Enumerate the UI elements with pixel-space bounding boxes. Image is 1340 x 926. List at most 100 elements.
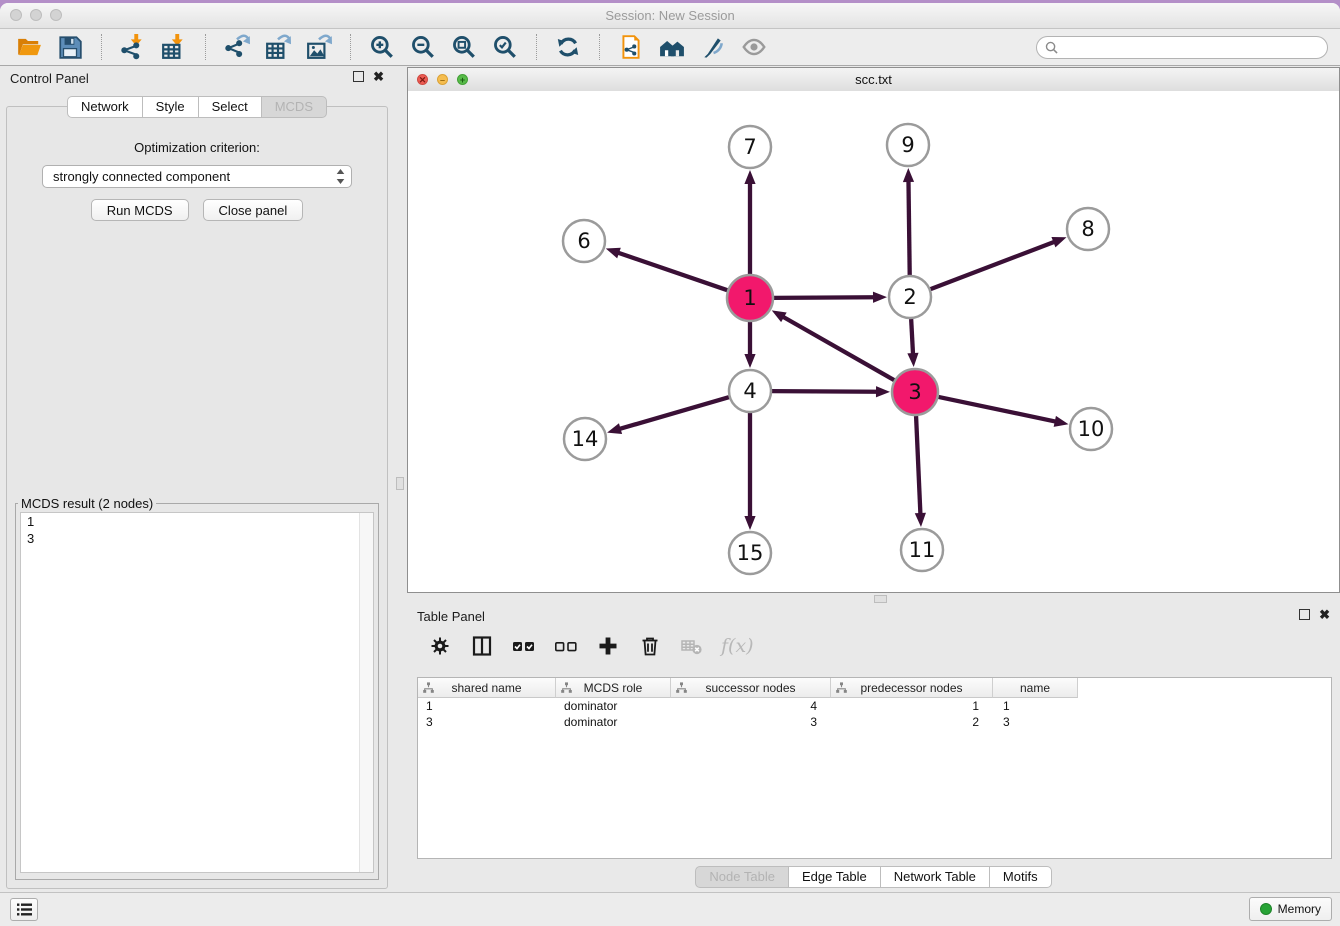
memory-button[interactable]: Memory xyxy=(1249,897,1332,921)
cell-name[interactable]: 3 xyxy=(993,714,1078,730)
network-minimize-icon[interactable]: – xyxy=(437,74,448,85)
network-canvas[interactable]: 7968124314101511 xyxy=(408,91,1339,592)
cell-mcds-role[interactable]: dominator xyxy=(556,698,671,714)
graph-edge-3-11[interactable] xyxy=(916,416,920,515)
edge-arrowhead xyxy=(915,513,926,527)
delete-table-icon xyxy=(679,633,705,659)
cell-shared-name[interactable]: 3 xyxy=(418,714,556,730)
edge-arrowhead xyxy=(744,170,755,184)
zoom-out-icon[interactable] xyxy=(406,32,440,62)
split-panel-icon[interactable] xyxy=(469,633,495,659)
minimize-window-button[interactable] xyxy=(30,9,42,21)
zoom-in-icon[interactable] xyxy=(365,32,399,62)
tab-network-table[interactable]: Network Table xyxy=(880,866,990,888)
tab-motifs[interactable]: Motifs xyxy=(989,866,1052,888)
edge-arrowhead xyxy=(772,310,787,322)
home-layout-icon[interactable] xyxy=(655,32,689,62)
search-input[interactable] xyxy=(1063,39,1319,55)
cell-predecessor-nodes[interactable]: 1 xyxy=(831,698,993,714)
status-bar: Memory xyxy=(0,892,1340,926)
network-maximize-icon[interactable]: + xyxy=(457,74,468,85)
import-table-icon[interactable] xyxy=(157,32,191,62)
duplicate-network-icon[interactable] xyxy=(614,32,648,62)
graph-edge-3-1[interactable] xyxy=(782,316,894,380)
control-panel-title: Control Panel xyxy=(10,71,89,86)
run-mcds-button[interactable]: Run MCDS xyxy=(91,199,189,221)
column-type-icon xyxy=(423,682,434,693)
zoom-window-button[interactable] xyxy=(50,9,62,21)
close-panel-icon[interactable]: ✖ xyxy=(1319,609,1330,620)
cell-predecessor-nodes[interactable]: 2 xyxy=(831,714,993,730)
cell-name[interactable]: 1 xyxy=(993,698,1078,714)
result-scrollbar[interactable] xyxy=(359,513,373,872)
tab-style[interactable]: Style xyxy=(142,96,199,118)
network-close-icon[interactable]: ✕ xyxy=(417,74,428,85)
table-row[interactable]: 1dominator411 xyxy=(418,698,1331,714)
splitter-grip[interactable] xyxy=(874,595,887,603)
add-column-icon[interactable] xyxy=(595,633,621,659)
refresh-view-icon[interactable] xyxy=(551,32,585,62)
unselect-all-columns-icon[interactable] xyxy=(553,633,579,659)
zoom-selected-icon[interactable] xyxy=(488,32,522,62)
tab-edge-table[interactable]: Edge Table xyxy=(788,866,881,888)
table-row[interactable]: 3dominator323 xyxy=(418,714,1331,730)
column-header-shared-name[interactable]: shared name xyxy=(418,678,556,698)
open-session-icon[interactable] xyxy=(12,32,46,62)
export-table-icon[interactable] xyxy=(261,32,295,62)
cell-successor-nodes[interactable]: 4 xyxy=(671,698,831,714)
import-network-icon[interactable] xyxy=(116,32,150,62)
save-session-icon[interactable] xyxy=(53,32,87,62)
graph-node-label: 4 xyxy=(743,379,756,403)
graph-edge-2-9[interactable] xyxy=(908,180,909,275)
column-header-mcds-role[interactable]: MCDS role xyxy=(556,678,671,698)
column-header-successor-nodes[interactable]: successor nodes xyxy=(671,678,831,698)
graph-node-label: 7 xyxy=(743,135,756,159)
tab-mcds[interactable]: MCDS xyxy=(261,96,327,118)
right-area: ✕ – + scc.txt 7968124314101511 T xyxy=(407,65,1340,893)
network-window-titlebar[interactable]: ✕ – + scc.txt xyxy=(408,68,1339,92)
export-network-icon[interactable] xyxy=(220,32,254,62)
close-window-button[interactable] xyxy=(10,9,22,21)
function-builder-icon: f(x) xyxy=(721,635,754,657)
node-table: shared nameMCDS rolesuccessor nodesprede… xyxy=(417,677,1332,859)
delete-column-icon[interactable] xyxy=(637,633,663,659)
graph-edge-3-10[interactable] xyxy=(938,397,1056,422)
graph-edge-4-14[interactable] xyxy=(619,397,729,429)
column-header-predecessor-nodes[interactable]: predecessor nodes xyxy=(831,678,993,698)
table-toolbar: f(x) xyxy=(407,627,754,665)
optimization-dropdown[interactable]: strongly connected component xyxy=(42,165,352,188)
cell-shared-name[interactable]: 1 xyxy=(418,698,556,714)
edge-arrowhead xyxy=(606,248,621,259)
tab-select[interactable]: Select xyxy=(198,96,262,118)
float-panel-icon[interactable] xyxy=(353,71,364,82)
zoom-fit-icon[interactable] xyxy=(447,32,481,62)
export-image-icon[interactable] xyxy=(302,32,336,62)
graph-edge-4-3[interactable] xyxy=(772,391,878,392)
mcds-result-list[interactable]: 13 xyxy=(20,512,374,873)
edge-arrowhead xyxy=(876,386,890,397)
tab-network[interactable]: Network xyxy=(67,96,143,118)
show-hide-graphics-icon[interactable] xyxy=(737,32,771,62)
close-panel-button[interactable]: Close panel xyxy=(203,199,304,221)
task-history-button[interactable] xyxy=(10,898,38,921)
graph-edge-2-8[interactable] xyxy=(931,241,1056,289)
search-box[interactable] xyxy=(1036,36,1328,59)
window-titlebar: Session: New Session xyxy=(0,3,1340,29)
tab-node-table[interactable]: Node Table xyxy=(695,866,789,888)
column-header-name[interactable]: name xyxy=(993,678,1078,698)
apply-style-icon[interactable] xyxy=(696,32,730,62)
graph-edge-1-6[interactable] xyxy=(617,252,727,290)
float-panel-icon[interactable] xyxy=(1299,609,1310,620)
graph-node-label: 3 xyxy=(908,380,921,404)
cell-successor-nodes[interactable]: 3 xyxy=(671,714,831,730)
memory-label: Memory xyxy=(1278,902,1321,916)
vertical-splitter[interactable] xyxy=(394,65,407,893)
select-all-columns-icon[interactable] xyxy=(511,633,537,659)
horizontal-splitter[interactable] xyxy=(407,593,1340,603)
graph-edge-1-2[interactable] xyxy=(774,297,875,298)
cell-mcds-role[interactable]: dominator xyxy=(556,714,671,730)
splitter-grip[interactable] xyxy=(396,477,404,490)
settings-gear-icon[interactable] xyxy=(427,633,453,659)
close-panel-icon[interactable]: ✖ xyxy=(373,71,384,82)
graph-edge-2-3[interactable] xyxy=(911,319,913,355)
